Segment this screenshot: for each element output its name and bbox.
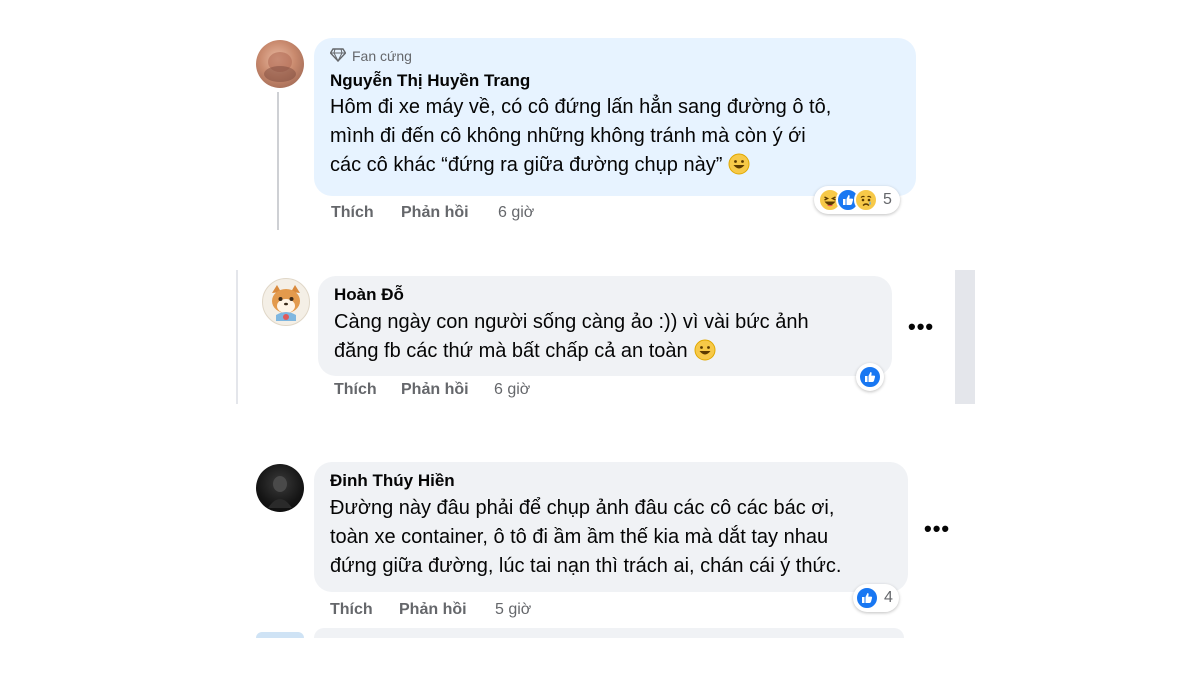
comment-text-line: Càng ngày con người sống càng ảo :)) vì …	[334, 311, 809, 333]
like-button[interactable]: Thích	[330, 601, 373, 619]
comment-text: Càng ngày con người sống càng ảo :)) vì …	[334, 308, 878, 370]
comment-bubble: Fan cứng Nguyễn Thị Huyền Trang Hôm đi x…	[314, 38, 916, 196]
sad-icon	[854, 188, 878, 212]
reply-button[interactable]: Phản hồi	[401, 204, 469, 222]
smile-emoji-icon	[728, 153, 750, 184]
avatar[interactable]	[262, 278, 310, 326]
comment-timestamp[interactable]: 6 giờ	[494, 381, 530, 399]
comment-text-line-last: đăng fb các thứ mà bất chấp cả an toàn	[334, 337, 878, 370]
smile-emoji-icon	[694, 339, 716, 370]
comment-timestamp[interactable]: 6 giờ	[498, 204, 534, 222]
comment-text: Hôm đi xe máy về, có cô đứng lấn hẳn san…	[330, 93, 902, 184]
diamond-icon	[329, 47, 347, 65]
comment-author[interactable]: Đinh Thúy Hiền	[330, 470, 894, 492]
highlight-panel-left-edge	[236, 270, 238, 404]
fan-badge-label: Fan cứng	[352, 48, 412, 64]
thread-line	[277, 92, 279, 230]
comment-text-line: Đường này đâu phải để chụp ảnh đâu các c…	[330, 497, 835, 519]
like-icon	[858, 365, 882, 389]
reply-button[interactable]: Phản hồi	[401, 381, 469, 399]
like-button[interactable]: Thích	[334, 381, 377, 399]
more-options-button[interactable]: •••	[924, 516, 950, 542]
highlight-panel-right-edge	[955, 270, 975, 404]
comment-author[interactable]: Nguyễn Thị Huyền Trang	[330, 70, 902, 92]
reaction-count: 5	[883, 191, 892, 208]
comment-text-line: Hôm đi xe máy về, có cô đứng lấn hẳn san…	[330, 96, 832, 118]
comment-text-line-last: các cô khác “đứng ra giữa đường chụp này…	[330, 151, 902, 184]
reply-button[interactable]: Phản hồi	[399, 601, 467, 619]
comment-text-line: đứng giữa đường, lúc tai nạn thì trách a…	[330, 555, 842, 577]
comment-actions: Thích Phản hồi 5 giờ	[330, 601, 630, 621]
comment-actions: Thích Phản hồi 6 giờ	[331, 204, 631, 224]
avatar[interactable]	[256, 40, 304, 88]
comment-text: Đường này đâu phải để chụp ảnh đâu các c…	[330, 494, 894, 581]
next-comment-bubble-partial	[314, 628, 904, 638]
avatar[interactable]	[256, 464, 304, 512]
comment-text-line: mình đi đến cô không những không tránh m…	[330, 125, 806, 147]
reaction-summary[interactable]: 4	[853, 584, 899, 612]
comment-text-line: đăng fb các thứ mà bất chấp cả an toàn	[334, 340, 688, 362]
comment-text-line: toàn xe container, ô tô đi ầm ầm thế kia…	[330, 526, 829, 548]
like-button[interactable]: Thích	[331, 204, 374, 222]
comment-timestamp[interactable]: 5 giờ	[495, 601, 531, 619]
comment-actions: Thích Phản hồi 6 giờ	[334, 381, 634, 401]
comment-bubble: Đinh Thúy Hiền Đường này đâu phải để chụ…	[314, 462, 908, 592]
more-options-button[interactable]: •••	[908, 314, 934, 340]
fan-badge: Fan cứng	[329, 46, 902, 66]
like-icon	[855, 586, 879, 610]
reaction-summary[interactable]: 5	[814, 186, 900, 214]
comment-bubble: Hoàn Đỗ Càng ngày con người sống càng ảo…	[318, 276, 892, 376]
reaction-count: 4	[884, 589, 893, 606]
comment-text-line: các cô khác “đứng ra giữa đường chụp này…	[330, 154, 723, 176]
comment-author[interactable]: Hoàn Đỗ	[334, 284, 878, 306]
reaction-summary[interactable]	[856, 363, 884, 391]
bottom-cutoff	[0, 638, 1200, 675]
